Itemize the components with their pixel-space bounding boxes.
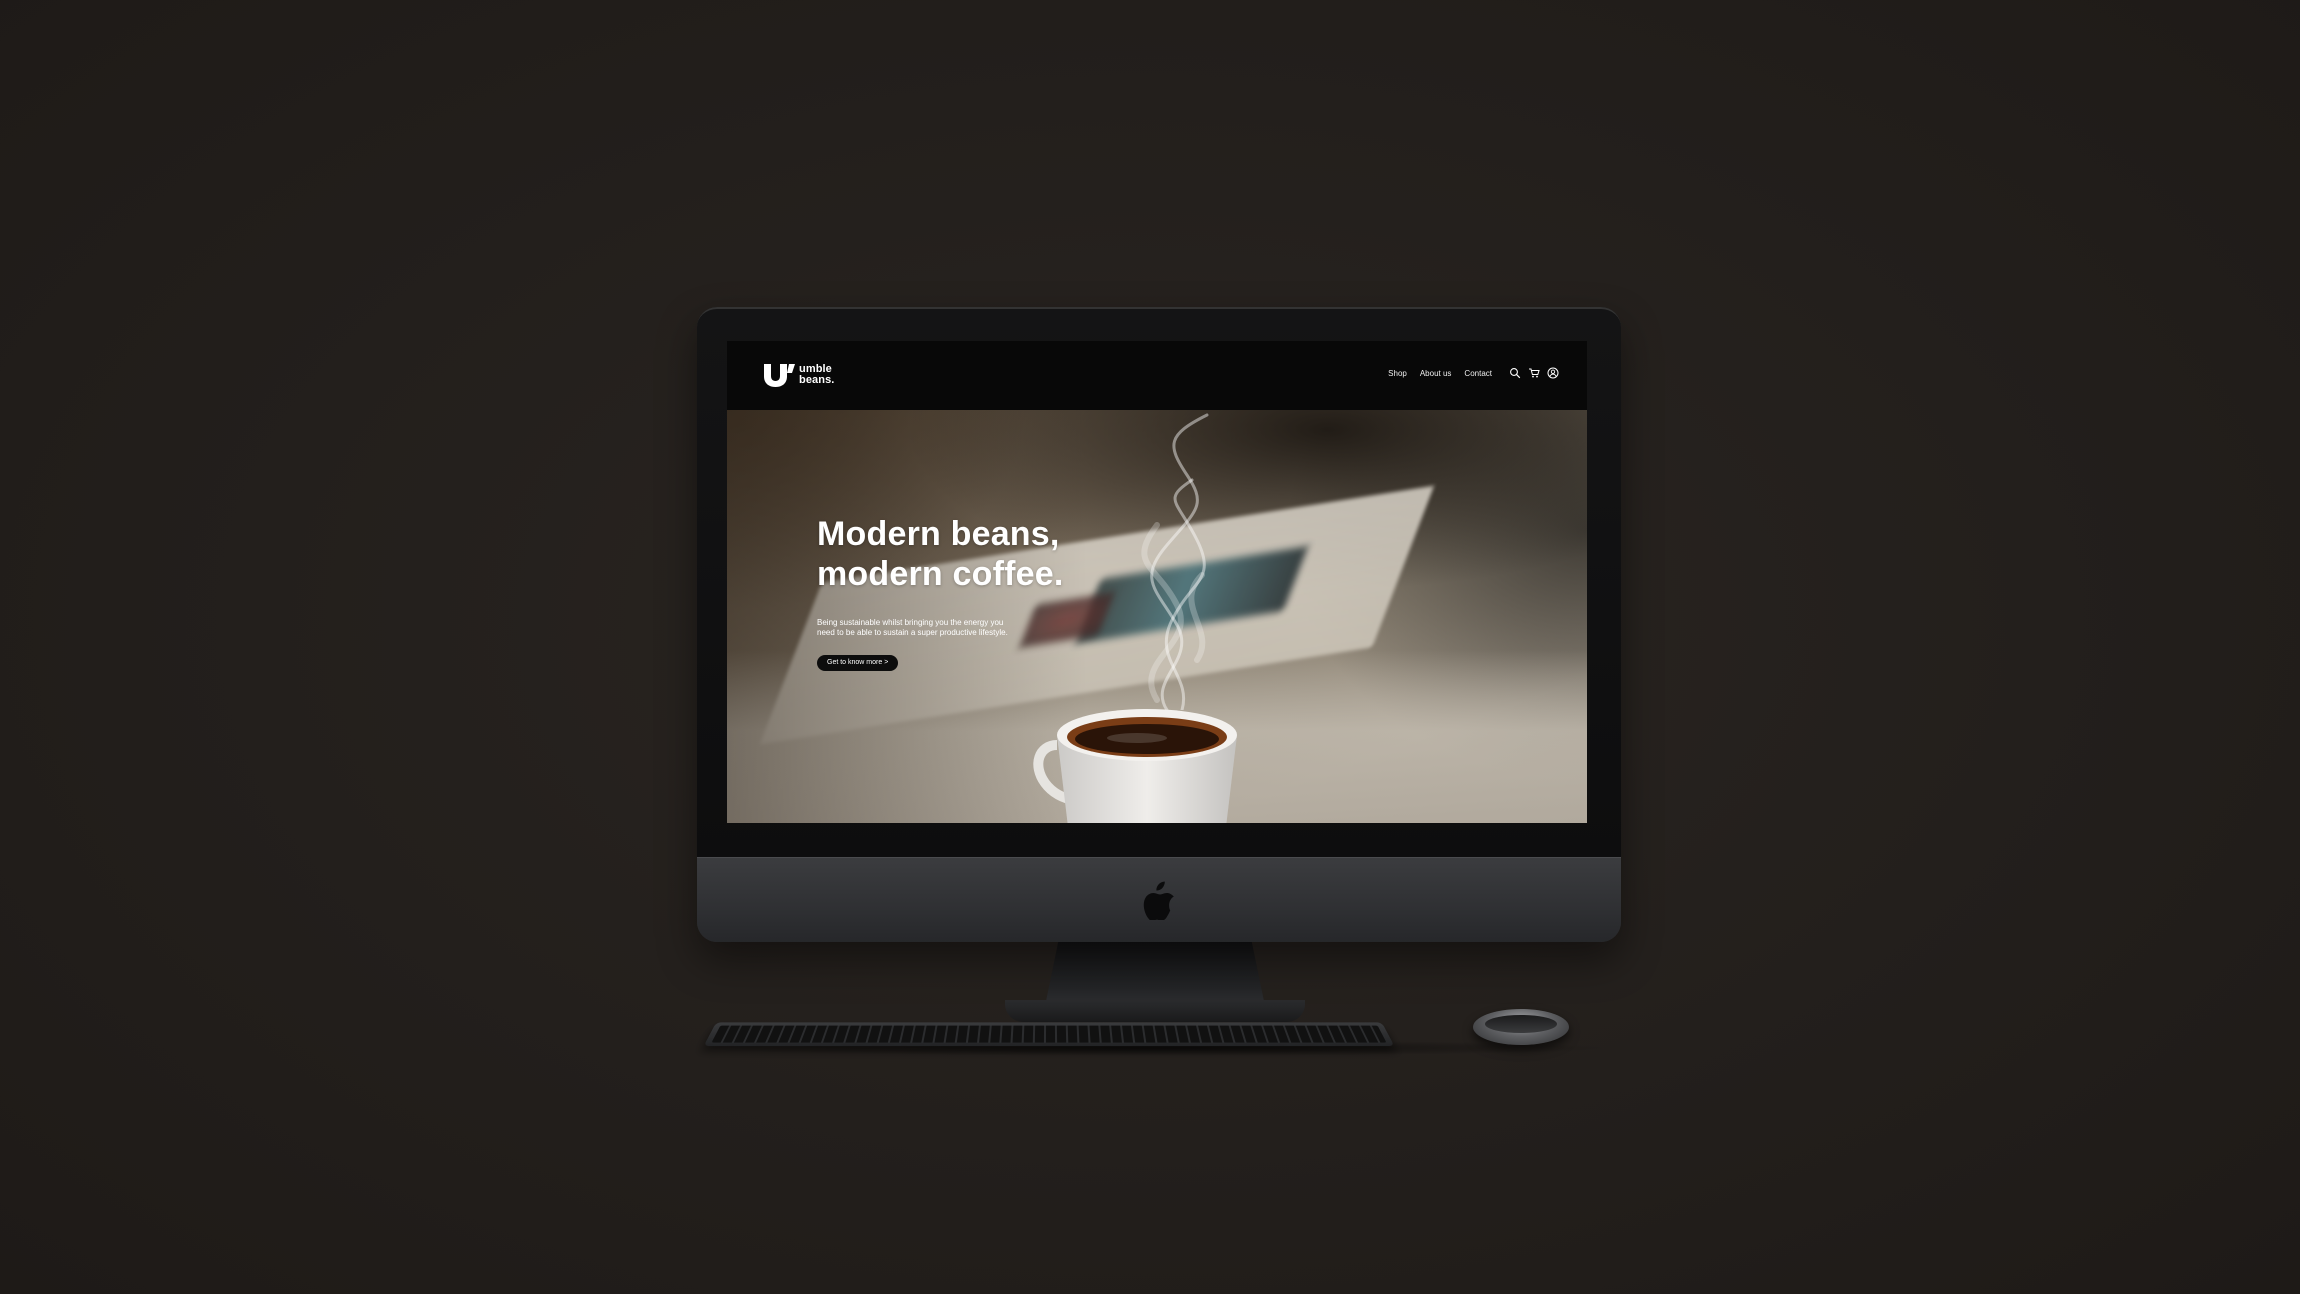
magic-mouse xyxy=(1473,1009,1569,1045)
hero-title-line-2: modern coffee. xyxy=(817,555,1064,593)
account-icon[interactable] xyxy=(1547,367,1559,379)
hero-subtitle-line-1: Being sustainable whilst bringing you th… xyxy=(817,618,1004,627)
keyboard xyxy=(703,1022,1395,1047)
brand-line-2: beans. xyxy=(799,374,835,386)
search-icon[interactable] xyxy=(1509,367,1521,379)
keyboard-keys xyxy=(711,1025,1387,1043)
cart-icon[interactable] xyxy=(1528,367,1540,379)
hero-title-line-1: Modern beans, xyxy=(817,515,1060,553)
coffee-cup-image xyxy=(1033,709,1237,823)
brand-wordmark: umble beans. xyxy=(799,364,834,386)
apple-logo-icon xyxy=(1143,881,1174,920)
mockup-scene: umble beans. Shop About us Contact Moder… xyxy=(0,0,2300,1294)
nav-about-link[interactable]: About us xyxy=(1420,369,1452,378)
get-to-know-more-button[interactable]: Get to know more > xyxy=(817,655,899,671)
steam-image xyxy=(1141,413,1209,710)
imac-stand-foot xyxy=(1005,1000,1305,1022)
hero-subtitle: Being sustainable whilst bringing you th… xyxy=(817,618,1027,638)
nav-shop-link[interactable]: Shop xyxy=(1388,369,1407,378)
brand-logo[interactable]: umble beans. xyxy=(762,362,834,388)
hero-section: Modern beans, modern coffee. Being susta… xyxy=(727,410,1587,823)
hero-title: Modern beans, modern coffee. xyxy=(817,514,1064,594)
mouse-top-surface xyxy=(1485,1015,1557,1033)
nav-contact-link[interactable]: Contact xyxy=(1464,369,1492,378)
header-icons xyxy=(1509,367,1559,379)
site-header: umble beans. Shop About us Contact xyxy=(727,341,1587,410)
imac-stand-neck xyxy=(1045,942,1265,1006)
hero-subtitle-line-2: need to be able to sustain a super produ… xyxy=(817,628,1008,637)
main-nav: Shop About us Contact xyxy=(1388,369,1492,378)
website-screen: umble beans. Shop About us Contact Moder… xyxy=(727,341,1587,823)
u-logo-icon xyxy=(764,364,795,387)
